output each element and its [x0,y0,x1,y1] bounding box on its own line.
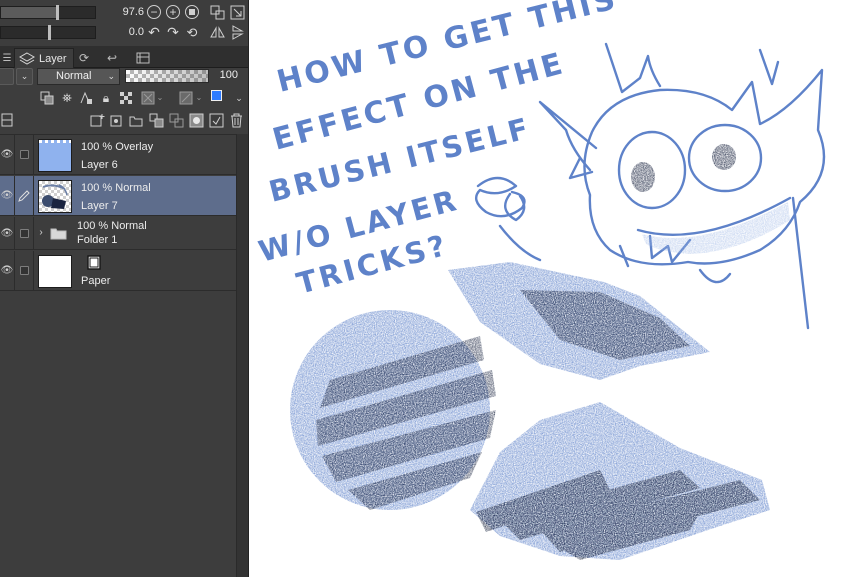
new-raster-layer-icon[interactable] [89,112,105,128]
delete-layer-icon[interactable] [228,112,244,128]
brush-stroke-block [470,402,770,560]
create-layer-mask-icon[interactable] [188,112,204,128]
layer-name: Layer 6 [81,159,118,171]
layer-thumbnail [38,180,72,213]
tab-layer-label: Layer [39,52,67,65]
main-color-swatch [211,90,222,101]
sketch-preview [42,184,68,209]
layer-name: Layer 7 [81,200,118,212]
layer-name: Paper [81,275,111,287]
chevron-down-icon: ⌄ [107,71,115,81]
layer-row-folder-1[interactable]: 👁︎ › 100 % Normal Folder 1 [0,217,236,250]
flip-horizontal-icon[interactable] [209,24,225,40]
transfer-to-lower-layer-icon[interactable] [168,112,184,128]
ruler-range-icon[interactable] [178,90,194,106]
flip-vertical-icon[interactable] [229,24,245,40]
layer-row-layer-6[interactable]: 👁︎ 100 % Overlay Layer 6 [0,135,236,175]
rotate-slider-knob[interactable] [48,25,51,40]
layer-name: Folder 1 [77,234,118,246]
layer-select-toggle[interactable] [14,217,34,249]
apply-mask-icon[interactable] [208,112,224,128]
search-layer-icon: ⟳ [78,51,90,65]
handwritten-question: HOW TO GET THIS EFFECT ON THE BRUSH ITSE… [255,0,621,301]
drawing-canvas[interactable]: HOW TO GET THIS EFFECT ON THE BRUSH ITSE… [250,0,843,577]
reset-rotation-icon[interactable]: ⟲ [184,24,200,40]
fit-window-icon[interactable] [209,4,225,20]
layer-blend-text: 100 % Normal [81,182,151,194]
layer-select-checkbox[interactable] [19,150,29,159]
pen-icon [18,189,30,202]
layer-thumbnail [38,139,72,172]
layer-stack-icon [19,51,35,65]
lock-layer-icon[interactable]: 🔒︎ [98,90,114,106]
layer-select-checkbox[interactable] [19,228,29,238]
animation-cels-icon [136,52,150,64]
tab-history[interactable]: ↩ [102,48,122,68]
lock-transparency-icon[interactable] [118,90,134,106]
layer-select-toggle[interactable] [14,135,34,174]
new-folder-icon[interactable] [128,112,144,128]
zoom-out-icon[interactable]: − [147,5,161,19]
rotate-value: 0.0 [128,26,144,38]
ruler-dropdown-icon[interactable]: ⌄ [195,92,203,104]
new-vector-layer-icon[interactable] [109,112,125,128]
folder-icon [49,225,67,241]
brush-stroke-circle [290,310,496,510]
draft-layer-icon[interactable] [78,90,94,106]
eye-icon[interactable]: 👁︎ [0,251,14,290]
color-dropdown-icon[interactable]: ⌄ [234,92,244,104]
layer-blend-text: 100 % Overlay [81,141,154,153]
blend-mode-value: Normal [56,70,92,82]
mask-enable-icon[interactable] [140,90,156,106]
layer-panel: 97.6 − + 0.0 ↶ ↷ ⟲ ☰ Layer ⟳ ↩ ⌄ Normal … [0,0,249,577]
layer-color-button[interactable] [0,68,14,85]
rotate-slider[interactable] [0,25,96,40]
layer-row-paper[interactable]: 👁︎ Paper [0,251,236,291]
actual-size-icon[interactable] [229,4,245,20]
rotate-right-icon[interactable]: ↷ [165,24,181,40]
layer-list-scrollbar[interactable] [236,134,248,577]
layer-select-checkbox[interactable] [19,266,29,275]
canvas-artwork: HOW TO GET THIS EFFECT ON THE BRUSH ITSE… [255,0,826,560]
clip-to-lower-layer-icon[interactable] [39,90,55,106]
tab-search-layer[interactable]: ⟳ [74,48,94,68]
tab-layer[interactable]: Layer [14,48,74,68]
chevron-right-icon[interactable]: › [36,226,46,240]
blend-mode-select[interactable]: Normal ⌄ [37,68,120,85]
layer-select-toggle[interactable] [14,251,34,290]
layer-color-swatch-icon[interactable] [210,89,228,107]
layer-blend-text: 100 % Normal [77,220,147,232]
tab-animation-cels[interactable] [133,48,153,68]
mask-dropdown-icon[interactable]: ⌄ [156,92,164,104]
eye-icon[interactable]: 👁︎ [0,135,14,174]
zoom-slider-fill [1,7,56,18]
opacity-gradient [126,70,208,82]
layer-color-dropdown[interactable]: ⌄ [16,68,33,85]
opacity-slider[interactable] [125,69,209,83]
layer-select-toggle[interactable] [14,176,34,215]
fit-view-icon[interactable] [185,5,199,19]
zoom-in-icon[interactable]: + [166,5,180,19]
layer-list-menu-icon[interactable] [0,112,14,128]
layer-row-layer-7[interactable]: 👁︎ 100 % Normal Layer 7 [0,176,236,216]
zoom-slider[interactable] [0,5,96,20]
zoom-value: 97.6 [122,6,144,18]
layer-thumbnail [38,255,72,288]
eye-icon[interactable]: 👁︎ [0,217,14,249]
layer-property-icon: ☰ [2,52,12,64]
opacity-value: 100 [219,69,238,81]
brush-stroke-strip [448,262,710,380]
layer-list: 👁︎ 100 % Overlay Layer 6 👁︎ 100 % Normal [0,134,236,577]
reference-layer-icon[interactable]: ⛯ [59,90,75,106]
history-icon: ↩ [106,51,118,65]
panel-tabs: ☰ Layer ⟳ ↩ [0,46,248,68]
paper-layer-icon [86,254,102,270]
new-correction-layer-icon[interactable] [148,112,164,128]
eye-icon[interactable]: 👁︎ [0,176,14,215]
tab-layer-property[interactable]: ☰ [0,48,14,68]
zoom-slider-knob[interactable] [56,5,59,20]
rotate-left-icon[interactable]: ↶ [146,24,162,40]
